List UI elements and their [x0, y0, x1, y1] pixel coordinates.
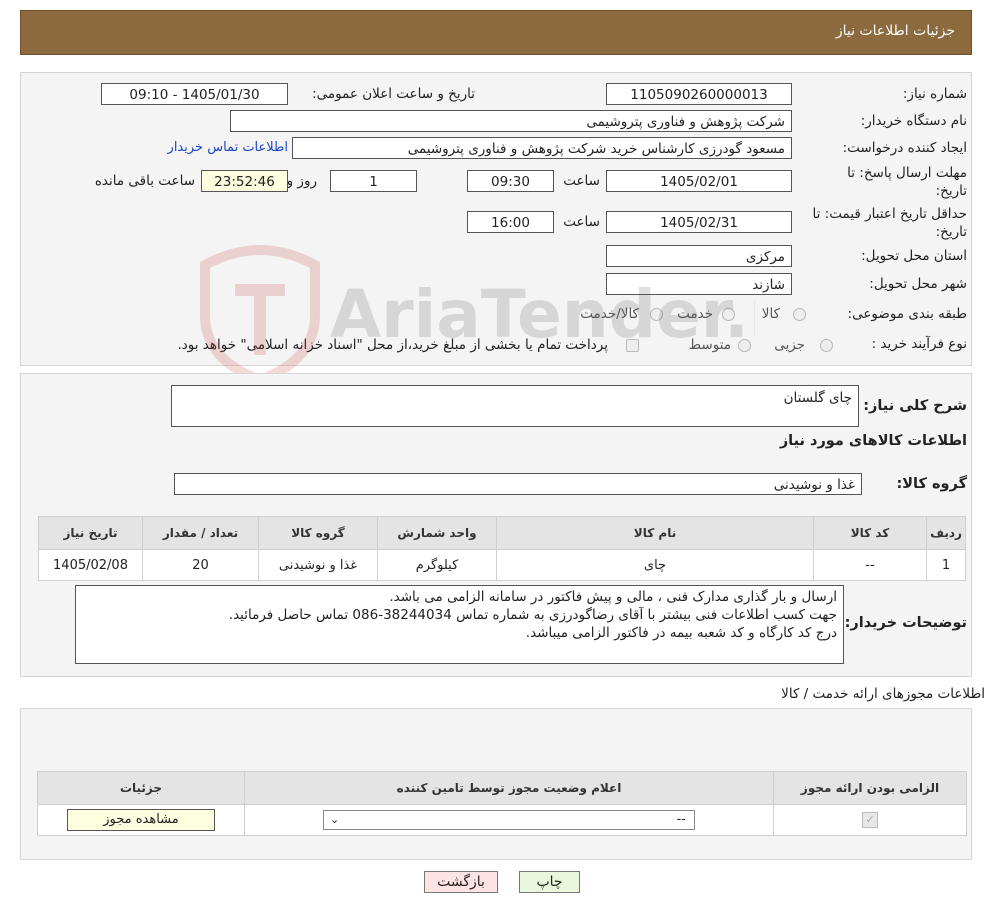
buyer-contact-link[interactable]: اطلاعات تماس خریدار [168, 140, 288, 155]
back-button[interactable]: بازگشت [424, 871, 498, 893]
category-label: طبقه بندی موضوعی: [847, 306, 967, 322]
cell-qty: 20 [142, 549, 259, 581]
cell-permit-details: مشاهده مجوز [37, 804, 245, 836]
print-button[interactable]: چاپ [519, 871, 580, 893]
required-checkbox[interactable]: ✓ [862, 812, 878, 828]
validity-date-field: 1405/02/31 [606, 211, 792, 233]
deadline-time-field: 09:30 [467, 170, 554, 192]
permits-title: اطلاعات مجوزهای ارائه خدمت / کالا [781, 686, 985, 702]
col-qty: تعداد / مقدار [142, 516, 259, 550]
goods-group-label: گروه کالا: [896, 476, 967, 492]
validity-time-label: ساعت [563, 214, 600, 230]
validity-time-field: 16:00 [467, 211, 554, 233]
need-number-field: 1105090260000013 [606, 83, 792, 105]
summary-textarea[interactable]: چای گلستان [171, 385, 859, 427]
deadline-date-field: 1405/02/01 [606, 170, 792, 192]
remaining-label: ساعت باقی مانده [94, 173, 195, 189]
process-label: نوع فرآیند خرید : [871, 336, 967, 352]
cell-row: 1 [926, 549, 966, 581]
buyer-org-field: شرکت پژوهش و فناوری پتروشیمی [230, 110, 792, 132]
category-option-goods: کالا [761, 306, 780, 322]
page-header: جزئیات اطلاعات نیاز [20, 10, 972, 55]
ariatender-watermark-logo: AriaTender.neT [200, 245, 755, 385]
goods-section-title: اطلاعات کالاهای مورد نیاز [779, 433, 967, 449]
goods-table: ردیف کد کالا نام کالا واحد شمارش گروه کا… [38, 516, 966, 581]
cell-permit-status: -- ⌄ [244, 804, 774, 836]
buyer-note-line: جهت کسب اطلاعات فنی بیشتر با آقای رضاگود… [228, 607, 837, 623]
svg-text:AriaTender.neT: AriaTender.neT [330, 276, 755, 353]
buyer-note-line: ارسال و بار گذاری مدارک فنی ، مالی و پیش… [389, 589, 837, 605]
table-row: 1 -- چای کیلوگرم غذا و نوشیدنی 20 1405/0… [38, 549, 966, 581]
col-row: ردیف [926, 516, 966, 550]
announce-label: تاریخ و ساعت اعلان عمومی: [312, 86, 475, 102]
creator-field: مسعود گودرزی کارشناس خرید شرکت پژوهش و ف… [292, 137, 792, 159]
process-option-minor: جزیی [774, 337, 805, 353]
announce-field: 1405/01/30 - 09:10 [101, 83, 288, 105]
cell-name: چای [496, 549, 814, 581]
buyer-notes-textarea[interactable]: ارسال و بار گذاری مدارک فنی ، مالی و پیش… [75, 585, 844, 664]
need-number-label: شماره نیاز: [902, 86, 967, 102]
province-label: استان محل تحویل: [861, 248, 967, 264]
deadline-time-label: ساعت [563, 173, 600, 189]
validity-label: حداقل تاریخ اعتبار قیمت: تا [812, 206, 967, 222]
validity-label-date: تاریخ: [935, 224, 967, 240]
city-label: شهر محل تحویل: [869, 276, 967, 292]
permits-table: الزامی بودن ارائه مجوز اعلام وضعیت مجوز … [37, 771, 967, 836]
col-permit-details: جزئیات [37, 771, 245, 805]
col-date: تاریخ نیاز [38, 516, 143, 550]
creator-label: ایجاد کننده درخواست: [842, 140, 967, 156]
view-permit-button[interactable]: مشاهده مجوز [67, 809, 215, 831]
col-permit-status: اعلام وضعیت مجوز توسط تامین کننده [244, 771, 774, 805]
days-field: 1 [330, 170, 417, 192]
col-name: نام کالا [496, 516, 814, 550]
chevron-down-icon: ⌄ [330, 813, 340, 826]
cell-code: -- [813, 549, 927, 581]
deadline-label-date: تاریخ: [935, 183, 967, 199]
remaining-time-field: 23:52:46 [201, 170, 288, 192]
category-radio-goods[interactable] [793, 308, 806, 321]
permit-status-value: -- [676, 812, 686, 827]
col-unit: واحد شمارش [377, 516, 497, 550]
col-code: کد کالا [813, 516, 927, 550]
cell-unit: کیلوگرم [377, 549, 497, 581]
buyer-notes-label: توضیحات خریدار: [844, 615, 967, 631]
buyer-org-label: نام دستگاه خریدار: [860, 113, 967, 129]
deadline-label: مهلت ارسال پاسخ: تا [847, 165, 967, 181]
cell-group: غذا و نوشیدنی [258, 549, 378, 581]
buyer-note-line: درج کد کارگاه و کد شعبه بیمه در فاکتور ا… [525, 625, 837, 641]
cell-permit-required: ✓ [773, 804, 967, 836]
summary-label: شرح کلی نیاز: [863, 398, 967, 414]
process-radio-minor[interactable] [820, 339, 833, 352]
col-group: گروه کالا [258, 516, 378, 550]
col-permit-required: الزامی بودن ارائه مجوز [773, 771, 967, 805]
table-row: ✓ -- ⌄ مشاهده مجوز [37, 804, 967, 836]
goods-group-field: غذا و نوشیدنی [174, 473, 862, 495]
cell-date: 1405/02/08 [38, 549, 143, 581]
permit-status-select[interactable]: -- ⌄ [323, 810, 695, 830]
days-label: روز و [286, 173, 317, 189]
page-title: جزئیات اطلاعات نیاز [835, 23, 955, 39]
